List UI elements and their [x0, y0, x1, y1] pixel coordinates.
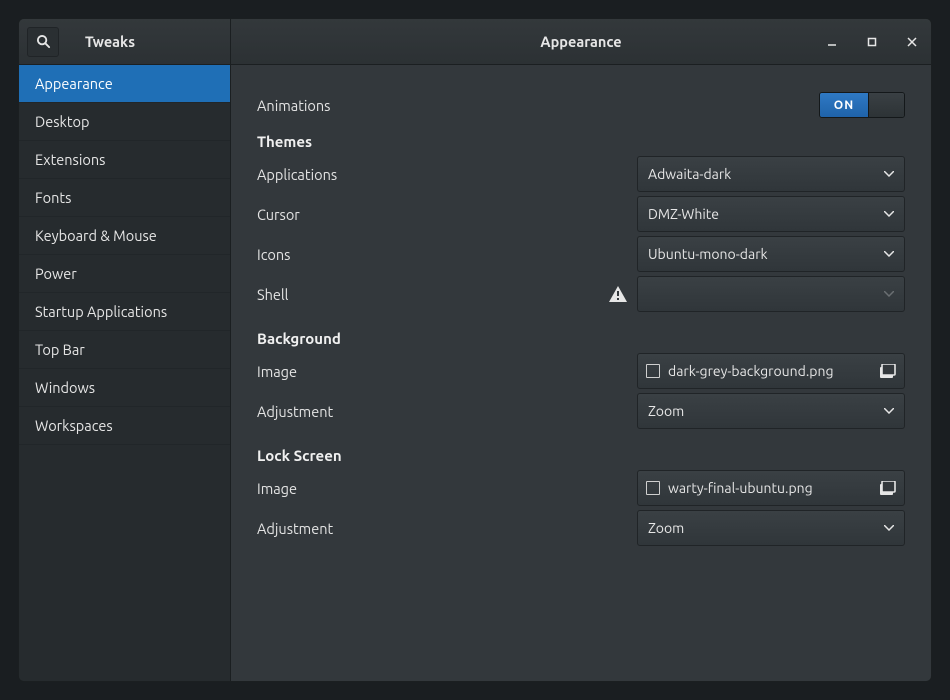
label-shell: Shell — [257, 286, 288, 303]
label-cursor: Cursor — [257, 206, 300, 223]
titlebar: Tweaks Appearance — [19, 19, 931, 65]
label-background-adjustment: Adjustment — [257, 403, 333, 420]
search-icon — [36, 34, 51, 49]
switch-on-label: ON — [820, 93, 868, 117]
page-title: Appearance — [540, 33, 621, 50]
row-background-image: Image dark-grey-background.png — [257, 351, 905, 391]
image-thumb-icon — [646, 364, 660, 378]
row-applications-theme: Applications Adwaita-dark — [257, 154, 905, 194]
sidebar-item-label: Windows — [35, 379, 95, 396]
row-lockscreen-image: Image warty-final-ubuntu.png — [257, 468, 905, 508]
titlebar-left: Tweaks — [19, 19, 231, 64]
icons-theme-dropdown[interactable]: Ubuntu-mono-dark — [637, 236, 905, 272]
sidebar-item-label: Power — [35, 265, 77, 282]
filename: warty-final-ubuntu.png — [668, 480, 813, 496]
content-pane: Animations ON Themes Applications Adwait… — [231, 65, 931, 681]
row-icons-theme: Icons Ubuntu-mono-dark — [257, 234, 905, 274]
label-applications: Applications — [257, 166, 337, 183]
background-image-chooser[interactable]: dark-grey-background.png — [637, 353, 905, 389]
row-background-adjustment: Adjustment Zoom — [257, 391, 905, 431]
sidebar-item-fonts[interactable]: Fonts — [19, 179, 230, 217]
app-title: Tweaks — [85, 33, 135, 50]
warning-icon — [609, 286, 627, 302]
sidebar-item-extensions[interactable]: Extensions — [19, 141, 230, 179]
sidebar-item-label: Top Bar — [35, 341, 85, 358]
chevron-down-icon — [884, 211, 894, 217]
chevron-down-icon — [884, 408, 894, 414]
search-button[interactable] — [27, 27, 59, 57]
sidebar-item-label: Keyboard & Mouse — [35, 227, 157, 244]
minimize-icon — [827, 37, 837, 47]
window-body: Appearance Desktop Extensions Fonts Keyb… — [19, 65, 931, 681]
cursor-theme-dropdown[interactable]: DMZ-White — [637, 196, 905, 232]
section-themes: Themes — [257, 133, 905, 150]
label-icons: Icons — [257, 246, 290, 263]
dropdown-value: Zoom — [648, 520, 684, 536]
minimize-button[interactable] — [823, 33, 841, 51]
sidebar: Appearance Desktop Extensions Fonts Keyb… — [19, 65, 231, 681]
sidebar-item-startup-applications[interactable]: Startup Applications — [19, 293, 230, 331]
applications-theme-dropdown[interactable]: Adwaita-dark — [637, 156, 905, 192]
lockscreen-adjustment-dropdown[interactable]: Zoom — [637, 510, 905, 546]
label-lockscreen-image: Image — [257, 480, 297, 497]
sidebar-item-desktop[interactable]: Desktop — [19, 103, 230, 141]
sidebar-item-power[interactable]: Power — [19, 255, 230, 293]
shell-theme-dropdown — [637, 276, 905, 312]
dropdown-value: Adwaita-dark — [648, 166, 731, 182]
label-animations: Animations — [257, 97, 330, 114]
chevron-down-icon — [884, 525, 894, 531]
titlebar-right: Appearance — [231, 19, 931, 64]
chevron-down-icon — [884, 291, 894, 297]
sidebar-item-label: Workspaces — [35, 417, 113, 434]
label-lockscreen-adjustment: Adjustment — [257, 520, 333, 537]
close-icon — [907, 37, 917, 47]
row-lockscreen-adjustment: Adjustment Zoom — [257, 508, 905, 548]
animations-toggle[interactable]: ON — [819, 92, 905, 118]
chevron-down-icon — [884, 251, 894, 257]
chevron-down-icon — [884, 171, 894, 177]
sidebar-item-windows[interactable]: Windows — [19, 369, 230, 407]
section-background: Background — [257, 330, 905, 347]
background-adjustment-dropdown[interactable]: Zoom — [637, 393, 905, 429]
image-thumb-icon — [646, 481, 660, 495]
switch-knob — [868, 93, 904, 117]
sidebar-item-workspaces[interactable]: Workspaces — [19, 407, 230, 445]
dropdown-value: Zoom — [648, 403, 684, 419]
file-open-icon — [880, 364, 896, 378]
sidebar-item-label: Startup Applications — [35, 303, 167, 320]
label-background-image: Image — [257, 363, 297, 380]
lockscreen-image-chooser[interactable]: warty-final-ubuntu.png — [637, 470, 905, 506]
maximize-icon — [867, 37, 877, 47]
row-shell-theme: Shell — [257, 274, 905, 314]
section-lockscreen: Lock Screen — [257, 447, 905, 464]
filename: dark-grey-background.png — [668, 363, 834, 379]
sidebar-item-keyboard-mouse[interactable]: Keyboard & Mouse — [19, 217, 230, 255]
sidebar-item-label: Appearance — [35, 75, 113, 92]
file-open-icon — [880, 481, 896, 495]
sidebar-item-top-bar[interactable]: Top Bar — [19, 331, 230, 369]
dropdown-value: DMZ-White — [648, 206, 719, 222]
maximize-button[interactable] — [863, 33, 881, 51]
sidebar-item-label: Fonts — [35, 189, 71, 206]
row-cursor-theme: Cursor DMZ-White — [257, 194, 905, 234]
tweaks-window: Tweaks Appearance Appearance Desktop Ext… — [18, 18, 932, 682]
sidebar-item-label: Extensions — [35, 151, 105, 168]
sidebar-item-label: Desktop — [35, 113, 89, 130]
dropdown-value: Ubuntu-mono-dark — [648, 246, 768, 262]
window-controls — [823, 33, 931, 51]
sidebar-item-appearance[interactable]: Appearance — [19, 65, 230, 103]
close-button[interactable] — [903, 33, 921, 51]
row-animations: Animations ON — [257, 85, 905, 125]
